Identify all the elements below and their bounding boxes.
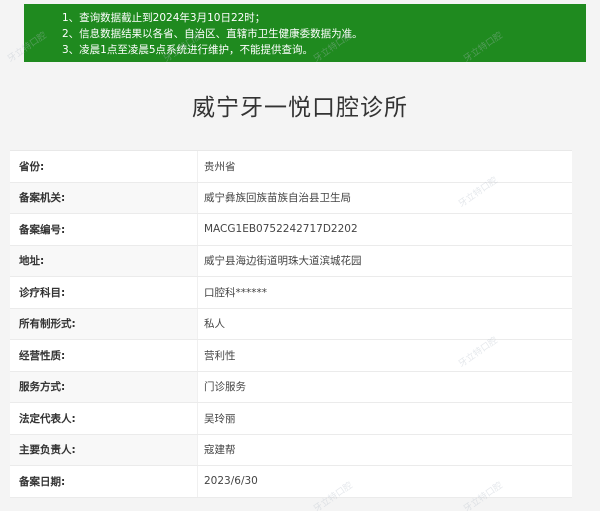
table-row: 备案日期: 2023/6/30 [10,466,572,498]
table-row: 备案编号: MACG1EB0752242717D2202 [10,214,572,246]
page-title: 威宁牙一悦口腔诊所 [192,95,408,121]
row-label: 省份: [10,151,198,182]
table-row: 所有制形式: 私人 [10,308,572,340]
row-label: 诊疗科目: [10,277,198,308]
row-label: 经营性质: [10,340,198,371]
table-row: 法定代表人: 吴玲丽 [10,403,572,435]
table-row: 省份: 贵州省 [10,151,572,183]
table-row: 备案机关: 威宁彝族回族苗族自治县卫生局 [10,182,572,214]
row-value: 口腔科****** [204,286,267,299]
row-value: 2023/6/30 [204,475,258,488]
row-label: 备案机关: [10,182,198,213]
row-value: 寇建帮 [198,434,572,465]
table-row: 经营性质: 营利性 [10,340,572,372]
row-label: 所有制形式: [10,308,198,339]
row-value: 威宁彝族回族苗族自治县卫生局 [198,182,572,213]
row-value: MACG1EB0752242717D2202 [204,223,358,236]
notice-line-1: 1、查询数据截止到2024年3月10日22时； [62,12,266,24]
row-label: 备案编号: [10,214,198,245]
table-row: 诊疗科目: 口腔科****** [10,277,572,309]
row-value: 门诊服务 [198,371,572,402]
notice-line-2: 2、信息数据结果以各省、自治区、直辖市卫生健康委数据为准。 [62,28,363,40]
row-label: 地址: [10,245,198,276]
row-label: 备案日期: [10,466,198,497]
row-value: 私人 [198,308,572,339]
notice-banner: 1、查询数据截止到2024年3月10日22时； 2、信息数据结果以各省、自治区、… [24,4,586,62]
row-value: 营利性 [204,349,236,362]
row-label: 主要负责人: [10,434,198,465]
row-value: 吴玲丽 [204,412,236,425]
page: 1、查询数据截止到2024年3月10日22时； 2、信息数据结果以各省、自治区、… [0,0,600,511]
row-value: 贵州省 [204,160,236,173]
table-row: 主要负责人: 寇建帮 [10,434,572,466]
row-value: 威宁县海边街道明珠大道滨城花园 [198,245,572,276]
notice-line-3: 3、凌晨1点至凌晨5点系统进行维护，不能提供查询。 [62,44,314,56]
row-label: 法定代表人: [10,403,198,434]
table-row: 服务方式: 门诊服务 [10,371,572,403]
row-label: 服务方式: [10,371,198,402]
table-row: 地址: 威宁县海边街道明珠大道滨城花园 [10,245,572,277]
info-table: 省份: 贵州省 备案机关: 威宁彝族回族苗族自治县卫生局 备案编号: MACG1… [10,150,572,498]
